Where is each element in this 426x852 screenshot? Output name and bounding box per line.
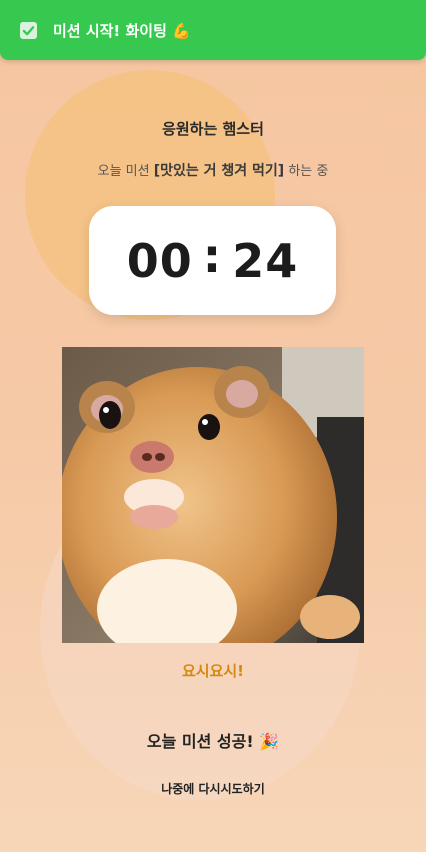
toast-notification: 미션 시작! 화이팅 💪 xyxy=(0,0,426,60)
countdown-timer: 00 : 24 xyxy=(89,206,336,315)
timer-seconds: 24 xyxy=(232,233,299,288)
hamster-illustration xyxy=(62,347,364,643)
toast-message: 미션 시작! 화이팅 💪 xyxy=(53,21,191,40)
page-title: 응원하는 햄스터 xyxy=(162,120,264,138)
retry-later-button[interactable]: 나중에 다시시도하기 xyxy=(0,780,426,797)
checkbox-checked-icon xyxy=(20,21,37,39)
timer-minutes: 00 xyxy=(126,233,193,288)
mission-subtitle: 오늘 미션 [맛있는 거 챙겨 먹기] 하는 중 xyxy=(0,160,426,180)
timer-separator: : xyxy=(202,228,223,283)
subtitle-suffix: 하는 중 xyxy=(284,164,329,179)
mission-name: [맛있는 거 챙겨 먹기] xyxy=(153,163,285,179)
hamster-photo xyxy=(62,347,364,643)
subtitle-prefix: 오늘 미션 xyxy=(97,164,154,179)
cheer-text: 요시요시! xyxy=(181,662,245,680)
mission-success-button[interactable]: 오늘 미션 성공! 🎉 xyxy=(0,728,426,752)
